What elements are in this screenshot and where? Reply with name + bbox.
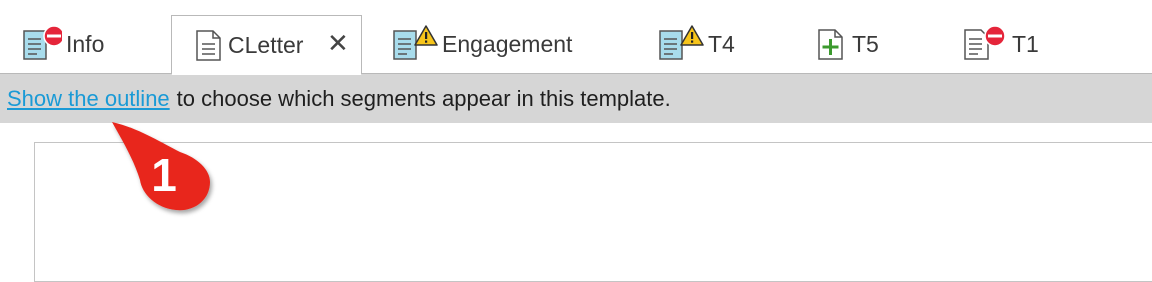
tab-t4-label: T4 bbox=[708, 30, 735, 57]
tab-cletter[interactable]: CLetter ✕ bbox=[171, 15, 362, 75]
tab-engagement-label: Engagement bbox=[442, 30, 573, 57]
tab-t1[interactable]: T1 bbox=[962, 14, 1039, 74]
tab-t5-label: T5 bbox=[852, 30, 879, 57]
tab-engagement[interactable]: Engagement bbox=[392, 14, 572, 74]
tab-t1-label: T1 bbox=[1012, 30, 1039, 57]
close-icon[interactable]: ✕ bbox=[327, 30, 349, 56]
tab-t5[interactable]: T5 bbox=[816, 14, 879, 74]
tab-t4[interactable]: T4 bbox=[658, 14, 735, 74]
document-warning-icon bbox=[392, 25, 438, 63]
info-message: to choose which segments appear in this … bbox=[176, 85, 671, 111]
tab-info-label: Info bbox=[66, 30, 105, 57]
tab-bar: Info CLetter ✕ Engagement T4 T5 T1 bbox=[0, 0, 1152, 75]
document-add-icon bbox=[816, 25, 848, 63]
document-error-icon bbox=[962, 25, 1008, 63]
document-error-icon bbox=[22, 25, 65, 63]
tab-cletter-label: CLetter bbox=[228, 31, 304, 58]
document-icon bbox=[194, 26, 224, 64]
show-outline-link[interactable]: Show the outline bbox=[7, 86, 170, 112]
tab-info[interactable]: Info bbox=[22, 14, 104, 74]
callout-number: 1 bbox=[151, 149, 177, 201]
outline-info-bar: Show the outline to choose which segment… bbox=[0, 74, 1152, 123]
document-warning-icon bbox=[658, 25, 704, 63]
